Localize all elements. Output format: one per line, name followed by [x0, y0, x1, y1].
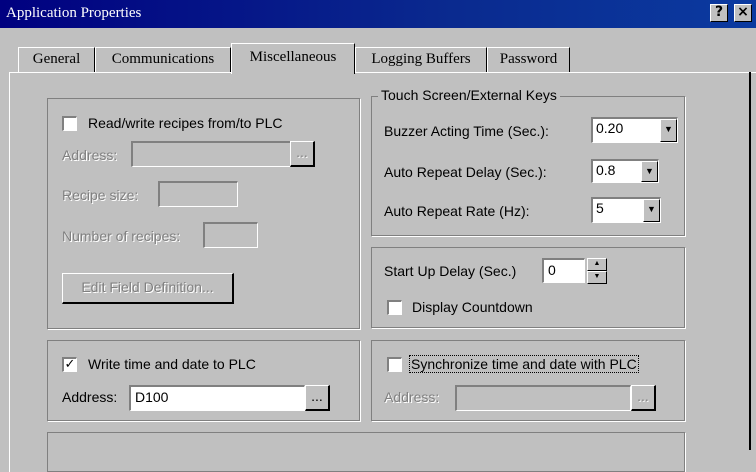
panel-edge [749, 72, 751, 450]
spin-down-icon[interactable]: ▼ [587, 271, 607, 284]
buzzer-time-value: 0.20 [596, 120, 624, 136]
recipe-size-label: Recipe size: [62, 187, 139, 203]
startup-delay-input[interactable]: 0 [542, 258, 585, 283]
recipes-checkbox[interactable] [62, 116, 77, 131]
number-of-recipes-field[interactable] [203, 222, 258, 248]
bottom-group [47, 432, 685, 472]
edit-field-definition-button[interactable]: Edit Field Definition... [62, 273, 234, 304]
sync-time-address-field[interactable] [455, 385, 631, 411]
recipes-browse-button[interactable]: ... [290, 141, 315, 167]
sync-time-browse-button[interactable]: ... [631, 385, 656, 411]
help-button[interactable]: ? [710, 4, 728, 22]
tab-password[interactable]: Password [487, 47, 570, 72]
display-countdown-label: Display Countdown [412, 299, 533, 315]
write-time-address-label: Address: [62, 389, 118, 405]
write-time-address-input[interactable]: D100 [129, 385, 305, 411]
buzzer-time-label: Buzzer Acting Time (Sec.): [384, 123, 549, 139]
title-bar: Application Properties ? × [0, 0, 756, 28]
repeat-delay-value: 0.8 [596, 162, 616, 178]
sync-time-address-label: Address: [384, 389, 440, 405]
chevron-down-icon[interactable]: ▼ [660, 119, 677, 142]
write-time-label: Write time and date to PLC [88, 356, 256, 372]
recipes-checkbox-label: Read/write recipes from/to PLC [88, 115, 283, 131]
sync-time-label: Synchronize time and date with PLC [409, 355, 639, 373]
recipes-address-label: Address: [62, 147, 118, 163]
number-of-recipes-label: Number of recipes: [62, 228, 181, 244]
tab-communications[interactable]: Communications [95, 47, 231, 72]
display-countdown-checkbox[interactable] [387, 300, 402, 315]
repeat-rate-value: 5 [596, 200, 604, 216]
repeat-rate-dropdown[interactable]: 5 ▼ [591, 197, 661, 223]
tab-miscellaneous[interactable]: Miscellaneous [231, 43, 355, 74]
write-time-browse-button[interactable]: ... [305, 385, 330, 411]
tab-general[interactable]: General [18, 47, 95, 72]
close-button[interactable]: × [734, 4, 752, 22]
write-time-checkbox[interactable]: ✓ [62, 357, 77, 372]
touch-screen-group-title: Touch Screen/External Keys [378, 87, 560, 103]
buzzer-time-dropdown[interactable]: 0.20 ▼ [591, 117, 678, 143]
chevron-down-icon[interactable]: ▼ [641, 161, 658, 182]
repeat-delay-dropdown[interactable]: 0.8 ▼ [591, 159, 659, 183]
chevron-down-icon[interactable]: ▼ [643, 199, 660, 222]
recipe-size-field[interactable] [158, 181, 238, 207]
recipes-address-field[interactable] [131, 141, 291, 167]
sync-time-checkbox[interactable] [387, 357, 402, 372]
spin-up-icon[interactable]: ▲ [587, 258, 607, 271]
startup-group [371, 247, 685, 328]
window-title: Application Properties [6, 5, 142, 21]
repeat-delay-label: Auto Repeat Delay (Sec.): [384, 164, 547, 180]
tab-logging-buffers[interactable]: Logging Buffers [355, 47, 487, 72]
startup-delay-label: Start Up Delay (Sec.) [384, 263, 517, 279]
repeat-rate-label: Auto Repeat Rate (Hz): [384, 203, 530, 219]
